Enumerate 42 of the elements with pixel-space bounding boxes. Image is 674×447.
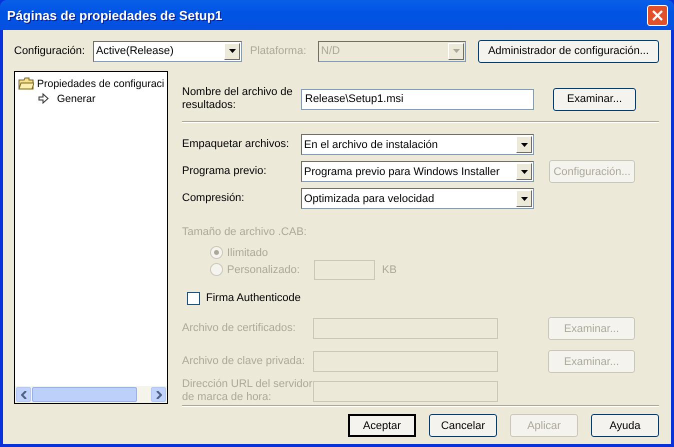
input-field[interactable]: [313, 318, 498, 339]
button[interactable]: Cancelar: [429, 414, 497, 437]
dropdown[interactable]: En el archivo de instalación: [301, 134, 534, 155]
close-icon: [652, 10, 663, 20]
button[interactable]: Examinar...: [553, 88, 636, 110]
dropdown[interactable]: Programa previo para Windows Installer: [301, 161, 534, 182]
dropdown[interactable]: Optimizada para velocidad: [301, 188, 534, 209]
tree-item[interactable]: Propiedades de configuraci: [18, 76, 167, 91]
button[interactable]: Ayuda: [591, 414, 659, 437]
close-button[interactable]: [647, 4, 668, 26]
input-field[interactable]: [314, 260, 375, 280]
field-label: Archivo de clave privada:: [182, 355, 306, 368]
field-label: Empaquetar archivos:: [182, 138, 290, 151]
field-label: Compresión:: [182, 192, 246, 205]
field-label: Configuración:: [14, 45, 86, 57]
field-label: Personalizado:: [227, 264, 301, 276]
field-label: Ilimitado: [227, 246, 269, 258]
field-label: KB: [382, 264, 397, 276]
input-field[interactable]: [313, 351, 498, 372]
field-label: Dirección URL del servidor de marca de hora:: [182, 378, 313, 404]
folder-icon: [18, 77, 34, 90]
horizontal-scrollbar[interactable]: [15, 386, 167, 403]
arrow-icon: [38, 93, 49, 104]
button[interactable]: Aceptar: [348, 414, 416, 437]
field-label: Plataforma:: [250, 45, 308, 57]
caret-icon: [452, 49, 460, 53]
dropdown[interactable]: Active(Release): [93, 40, 242, 62]
input-field[interactable]: [313, 380, 498, 402]
caret-icon: [520, 170, 528, 174]
tree-item[interactable]: Generar: [18, 91, 167, 106]
field-label: Nombre del archivo de resultados:: [182, 86, 294, 112]
caret-icon: [228, 49, 236, 53]
field-label: Archivo de certificados:: [182, 322, 297, 335]
field-label: Tamaño de archivo .CAB:: [182, 226, 307, 238]
checkbox[interactable]: [187, 292, 200, 304]
field-label: Programa previo:: [182, 165, 268, 178]
caret-icon: [520, 196, 528, 200]
button[interactable]: Administrador de configuración...: [478, 40, 659, 62]
caret-icon: [520, 142, 528, 146]
input-field[interactable]: Release\Setup1.msi: [301, 88, 534, 110]
field-label: Firma Authenticode: [206, 292, 301, 304]
window-title: Páginas de propiedades de Setup1: [7, 8, 222, 22]
